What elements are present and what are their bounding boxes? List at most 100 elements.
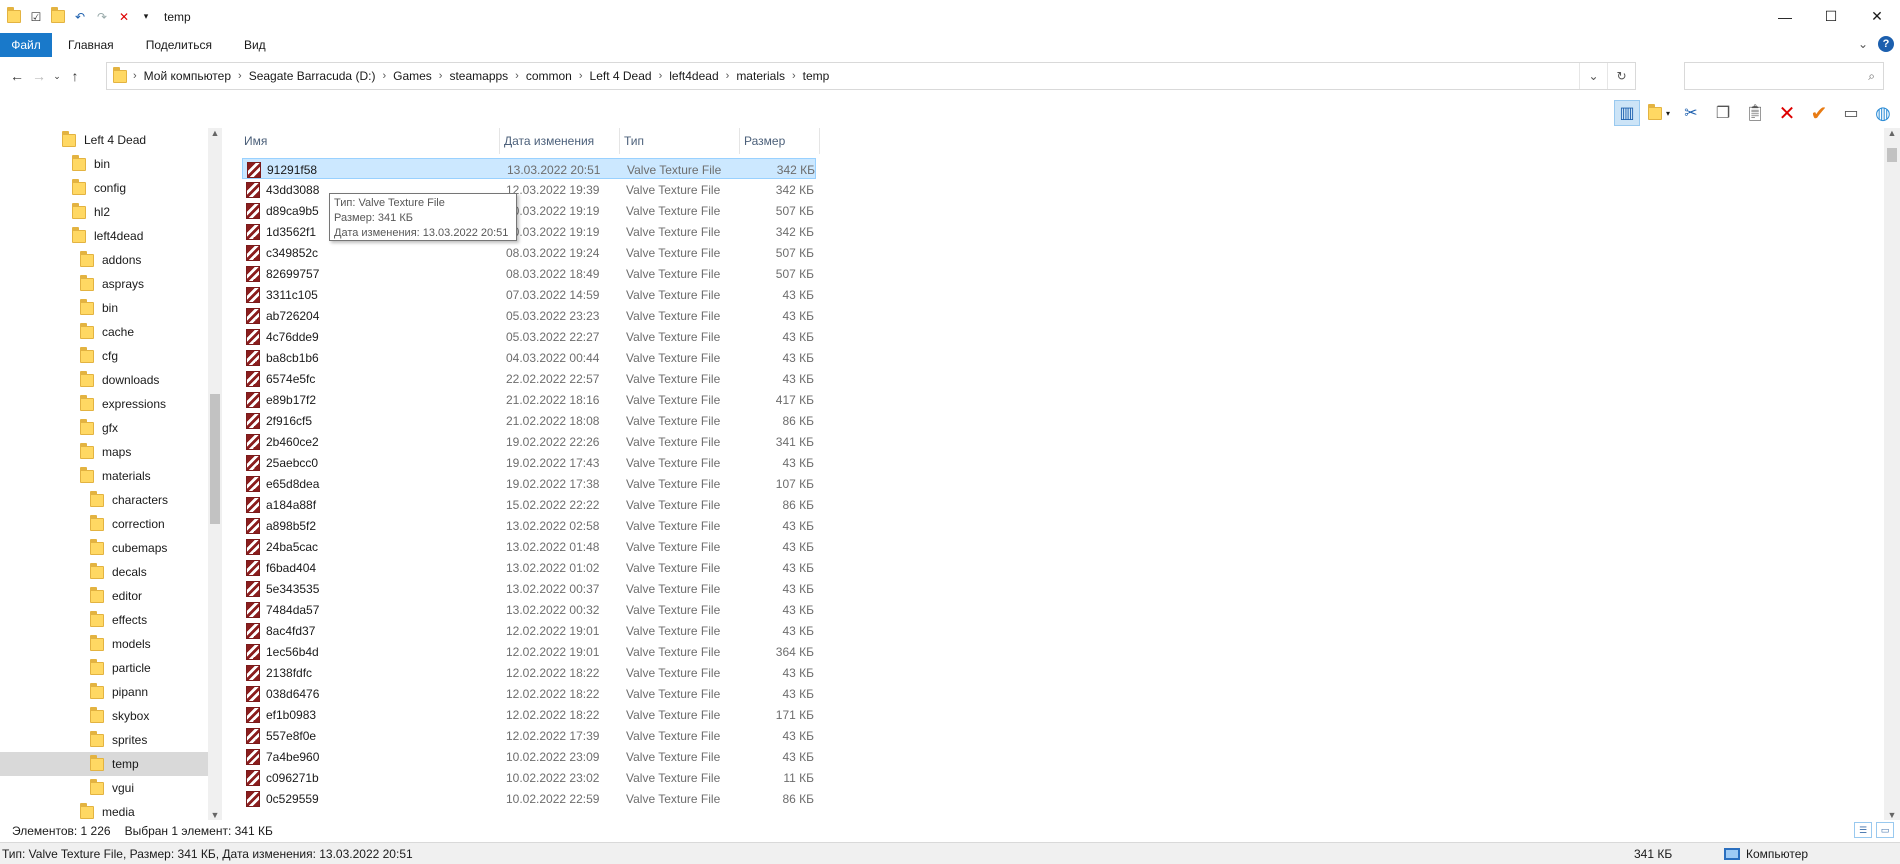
file-row[interactable]: 2138fdfc 12.02.2022 18:22 Valve Texture Fi… [242, 662, 816, 683]
up-arrow-icon[interactable]: ↑ [64, 68, 86, 84]
tree-item[interactable]: media [0, 800, 208, 820]
breadcrumb-item[interactable]: common [519, 69, 579, 83]
refresh-icon[interactable]: ↻ [1607, 63, 1635, 89]
copy-icon[interactable]: ❐ [1710, 100, 1736, 126]
breadcrumb-item[interactable]: Left 4 Dead [583, 69, 659, 83]
tree-item[interactable]: asprays [0, 272, 208, 296]
tree-item[interactable]: sprites [0, 728, 208, 752]
scroll-up-icon[interactable]: ▲ [210, 128, 220, 138]
tree-item[interactable]: cubemaps [0, 536, 208, 560]
check-icon[interactable]: ✔ [1806, 100, 1832, 126]
tree-item[interactable]: skybox [0, 704, 208, 728]
tree-item[interactable]: Left 4 Dead [0, 128, 208, 152]
file-row[interactable]: 8ac4fd37 12.02.2022 19:01 Valve Texture Fi… [242, 620, 816, 641]
tree-item[interactable]: vgui [0, 776, 208, 800]
help-icon[interactable]: ? [1878, 36, 1894, 52]
file-row[interactable]: a898b5f2 13.02.2022 02:58 Valve Texture Fi… [242, 515, 816, 536]
forward-arrow-icon[interactable]: → [28, 68, 50, 84]
navigation-pane-icon[interactable]: ▥ [1614, 100, 1640, 126]
file-row[interactable]: 25aebcc0 19.02.2022 17:43 Valve Texture Fi… [242, 452, 816, 473]
file-row[interactable]: 4c76dde9 05.03.2022 22:27 Valve Texture Fi… [242, 326, 816, 347]
tree-item[interactable]: maps [0, 440, 208, 464]
file-row[interactable]: 2f916cf5 21.02.2022 18:08 Valve Texture Fi… [242, 410, 816, 431]
tab-view[interactable]: Вид [228, 33, 282, 57]
file-row[interactable]: c096271b 10.02.2022 23:02 Valve Texture Fi… [242, 767, 816, 788]
redo-icon[interactable]: ↷ [94, 9, 110, 25]
tree-item[interactable]: hl2 [0, 200, 208, 224]
undo-icon[interactable]: ↶ [72, 9, 88, 25]
tree-item[interactable]: bin [0, 152, 208, 176]
customize-qat-icon[interactable]: ▾ [138, 9, 154, 25]
tab-share[interactable]: Поделиться [130, 33, 228, 57]
file-row[interactable]: 7484da57 13.02.2022 00:32 Valve Texture Fi… [242, 599, 816, 620]
tree-item[interactable]: expressions [0, 392, 208, 416]
minimize-button[interactable]: — [1762, 0, 1808, 33]
globe-icon[interactable]: ◍ [1870, 100, 1896, 126]
delete-icon[interactable]: ✕ [116, 9, 132, 25]
address-bar[interactable]: › Мой компьютер › Seagate Barracuda (D:) ›… [106, 62, 1636, 90]
file-row[interactable]: 0c529559 10.02.2022 22:59 Valve Texture Fi… [242, 788, 816, 809]
paste-icon[interactable]: 📋︎ [1742, 100, 1768, 126]
tree-item[interactable]: particle [0, 656, 208, 680]
scroll-up-icon[interactable]: ▲ [1887, 128, 1897, 138]
file-row[interactable]: ef1b0983 12.02.2022 18:22 Valve Texture Fi… [242, 704, 816, 725]
address-dropdown-icon[interactable]: ⌄ [1579, 63, 1607, 89]
tree-item[interactable]: characters [0, 488, 208, 512]
file-row[interactable]: 7a4be960 10.02.2022 23:09 Valve Texture Fi… [242, 746, 816, 767]
file-row[interactable]: ba8cb1b6 04.03.2022 00:44 Valve Texture Fi… [242, 347, 816, 368]
file-row[interactable]: c349852c 08.03.2022 19:24 Valve Texture Fi… [242, 242, 816, 263]
tab-file[interactable]: Файл [0, 33, 52, 57]
new-folder-icon[interactable] [50, 7, 66, 25]
tree-item[interactable]: cache [0, 320, 208, 344]
column-name[interactable]: Имя [240, 128, 500, 154]
tree-item[interactable]: downloads [0, 368, 208, 392]
tree-item[interactable]: config [0, 176, 208, 200]
maximize-button[interactable]: ☐ [1808, 0, 1854, 33]
file-row[interactable]: 24ba5cac 13.02.2022 01:48 Valve Texture Fi… [242, 536, 816, 557]
column-type[interactable]: Тип [620, 128, 740, 154]
breadcrumb-item[interactable]: Games [386, 69, 439, 83]
large-icons-view-icon[interactable]: ▭ [1876, 822, 1894, 838]
expand-ribbon-icon[interactable]: ⌄ [1858, 37, 1868, 51]
rename-icon[interactable]: ▭ [1838, 100, 1864, 126]
scroll-down-icon[interactable]: ▼ [1887, 810, 1897, 820]
tree-item[interactable]: pipann [0, 680, 208, 704]
tree-item[interactable]: temp [0, 752, 208, 776]
file-row[interactable]: 91291f58 13.03.2022 20:51 Valve Texture Fi… [242, 158, 816, 179]
column-size[interactable]: Размер [740, 128, 820, 154]
column-date[interactable]: Дата изменения [500, 128, 620, 154]
tree-item[interactable]: editor [0, 584, 208, 608]
breadcrumb-item[interactable]: Мой компьютер [137, 69, 238, 83]
file-row[interactable]: f6bad404 13.02.2022 01:02 Valve Texture Fi… [242, 557, 816, 578]
file-row[interactable]: 5e343535 13.02.2022 00:37 Valve Texture Fi… [242, 578, 816, 599]
tree-item[interactable]: models [0, 632, 208, 656]
delete-icon[interactable]: ✕ [1774, 100, 1800, 126]
recent-locations-icon[interactable]: ⌄ [50, 71, 64, 82]
tree-item[interactable]: gfx [0, 416, 208, 440]
tree-item[interactable]: addons [0, 248, 208, 272]
search-input[interactable]: ⌕ [1684, 62, 1884, 90]
properties-icon[interactable]: ☑ [28, 9, 44, 25]
breadcrumb-item[interactable]: steamapps [442, 69, 515, 83]
breadcrumb-item[interactable]: Seagate Barracuda (D:) [242, 69, 383, 83]
cut-icon[interactable]: ✂ [1678, 100, 1704, 126]
scroll-down-icon[interactable]: ▼ [210, 810, 220, 820]
tree-item[interactable]: effects [0, 608, 208, 632]
file-row[interactable]: 038d6476 12.02.2022 18:22 Valve Texture Fi… [242, 683, 816, 704]
file-row[interactable]: 3311c105 07.03.2022 14:59 Valve Texture Fi… [242, 284, 816, 305]
tree-item[interactable]: left4dead [0, 224, 208, 248]
file-row[interactable]: ab726204 05.03.2022 23:23 Valve Texture Fi… [242, 305, 816, 326]
file-row[interactable]: 557e8f0e 12.02.2022 17:39 Valve Texture Fi… [242, 725, 816, 746]
breadcrumb-item-current[interactable]: temp [796, 69, 837, 83]
list-scrollbar[interactable]: ▲ ▼ [1884, 128, 1900, 820]
tab-home[interactable]: Главная [52, 33, 130, 57]
file-row[interactable]: 82699757 08.03.2022 18:49 Valve Texture Fi… [242, 263, 816, 284]
file-row[interactable]: 2b460ce2 19.02.2022 22:26 Valve Texture Fi… [242, 431, 816, 452]
file-row[interactable]: e89b17f2 21.02.2022 18:16 Valve Texture Fi… [242, 389, 816, 410]
file-row[interactable]: 1ec56b4d 12.02.2022 19:01 Valve Texture Fi… [242, 641, 816, 662]
file-row[interactable]: e65d8dea 19.02.2022 17:38 Valve Texture Fi… [242, 473, 816, 494]
close-button[interactable]: ✕ [1854, 0, 1900, 33]
new-folder-menu-icon[interactable]: ▾ [1646, 100, 1672, 126]
scrollbar-thumb[interactable] [210, 394, 220, 524]
scrollbar-thumb[interactable] [1887, 148, 1897, 162]
